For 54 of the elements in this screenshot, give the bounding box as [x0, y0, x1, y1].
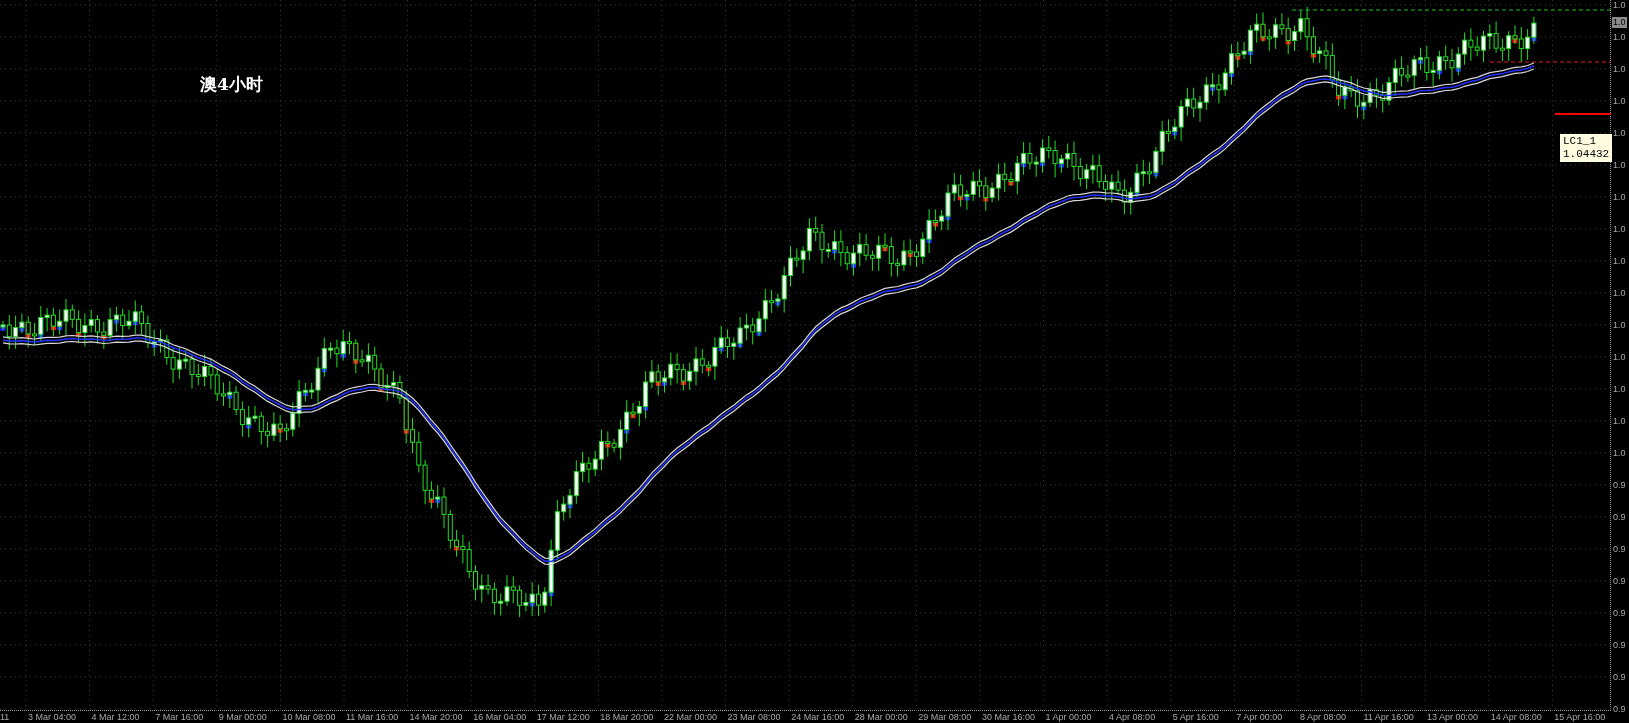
time-axis-label: 5 Apr 16:00 [1171, 712, 1220, 722]
time-axis-label: 23 Mar 08:00 [726, 712, 782, 722]
level-line [1554, 113, 1611, 115]
price-axis-label: 1.0 [1613, 256, 1627, 266]
time-axis-label: 14 Mar 20:00 [408, 712, 464, 722]
price-axis-label: 1.0 [1613, 96, 1627, 106]
time-axis-label: 1 Apr 00:00 [1044, 712, 1093, 722]
price-axis-label: 0.9 [1613, 480, 1627, 490]
time-axis-label: 13 Apr 00:00 [1426, 712, 1480, 722]
price-axis-label: 0.9 [1613, 608, 1627, 618]
label-name: LC1_1 [1563, 135, 1597, 148]
price-axis-label: 0.9 [1613, 544, 1627, 554]
time-axis-label: 3 Mar 04:00 [27, 712, 78, 722]
label-price: 1.04432 [1563, 148, 1610, 161]
time-axis-label: 28 Mar 00:00 [853, 712, 909, 722]
current-price-badge: 1.0 [1612, 17, 1627, 28]
time-axis-label: 29 Mar 08:00 [917, 712, 973, 722]
price-axis-label: 1.0 [1613, 288, 1627, 298]
time-axis-label: 8 Apr 08:00 [1298, 712, 1347, 722]
price-axis-label: 1.0 [1613, 320, 1627, 330]
time-axis-label: 7 Mar 16:00 [154, 712, 205, 722]
time-axis-label: 15 Apr 16:00 [1553, 712, 1607, 722]
price-axis-label: 0.9 [1613, 672, 1627, 682]
time-axis-label: 30 Mar 16:00 [980, 712, 1036, 722]
price-axis-label: 1.0 [1613, 384, 1627, 394]
price-axis-label: 1.0 [1613, 64, 1627, 74]
time-axis-label: 16 Mar 04:00 [472, 712, 528, 722]
price-axis-label: 1.0 [1613, 448, 1627, 458]
time-axis-label: 7 Apr 00:00 [1235, 712, 1284, 722]
time-axis-label: 22 Mar 00:00 [662, 712, 718, 722]
price-axis-label: 1.0 [1613, 0, 1627, 10]
time-axis-label: 11 Mar 16:00 [344, 712, 400, 722]
price-axis-label: 0.9 [1613, 640, 1627, 650]
chart-title: 澳4小时 [200, 73, 263, 96]
price-axis-label: 1.0 [1613, 192, 1627, 202]
time-axis-label: 17 Mar 12:00 [535, 712, 591, 722]
price-axis-label: 1.0 [1613, 160, 1627, 170]
price-axis-label: 1.0 [1613, 352, 1627, 362]
price-axis-label: 1.0 [1613, 416, 1627, 426]
time-axis-label: 4 Apr 08:00 [1108, 712, 1157, 722]
price-axis-label: 1.0 [1613, 32, 1627, 42]
time-axis-label: 18 Mar 20:00 [599, 712, 655, 722]
price-axis-label: 0.9 [1613, 576, 1627, 586]
price-axis-label: 1.0 [1613, 224, 1627, 234]
time-axis-label: 9 Mar 00:00 [217, 712, 268, 722]
time-axis-label: 11 Apr 16:00 [1362, 712, 1415, 722]
price-axis-label: 0.9 [1613, 512, 1627, 522]
time-axis-label: 24 Mar 16:00 [790, 712, 846, 722]
price-axis-label: 1.0 [1613, 128, 1627, 138]
time-axis-label: 11 [0, 712, 11, 722]
time-axis-label: 10 Mar 08:00 [281, 712, 337, 722]
time-axis-label: 4 Mar 12:00 [90, 712, 141, 722]
time-axis-label: 14 Apr 08:00 [1489, 712, 1543, 722]
price-axis-label: 0.9 [1613, 704, 1627, 714]
